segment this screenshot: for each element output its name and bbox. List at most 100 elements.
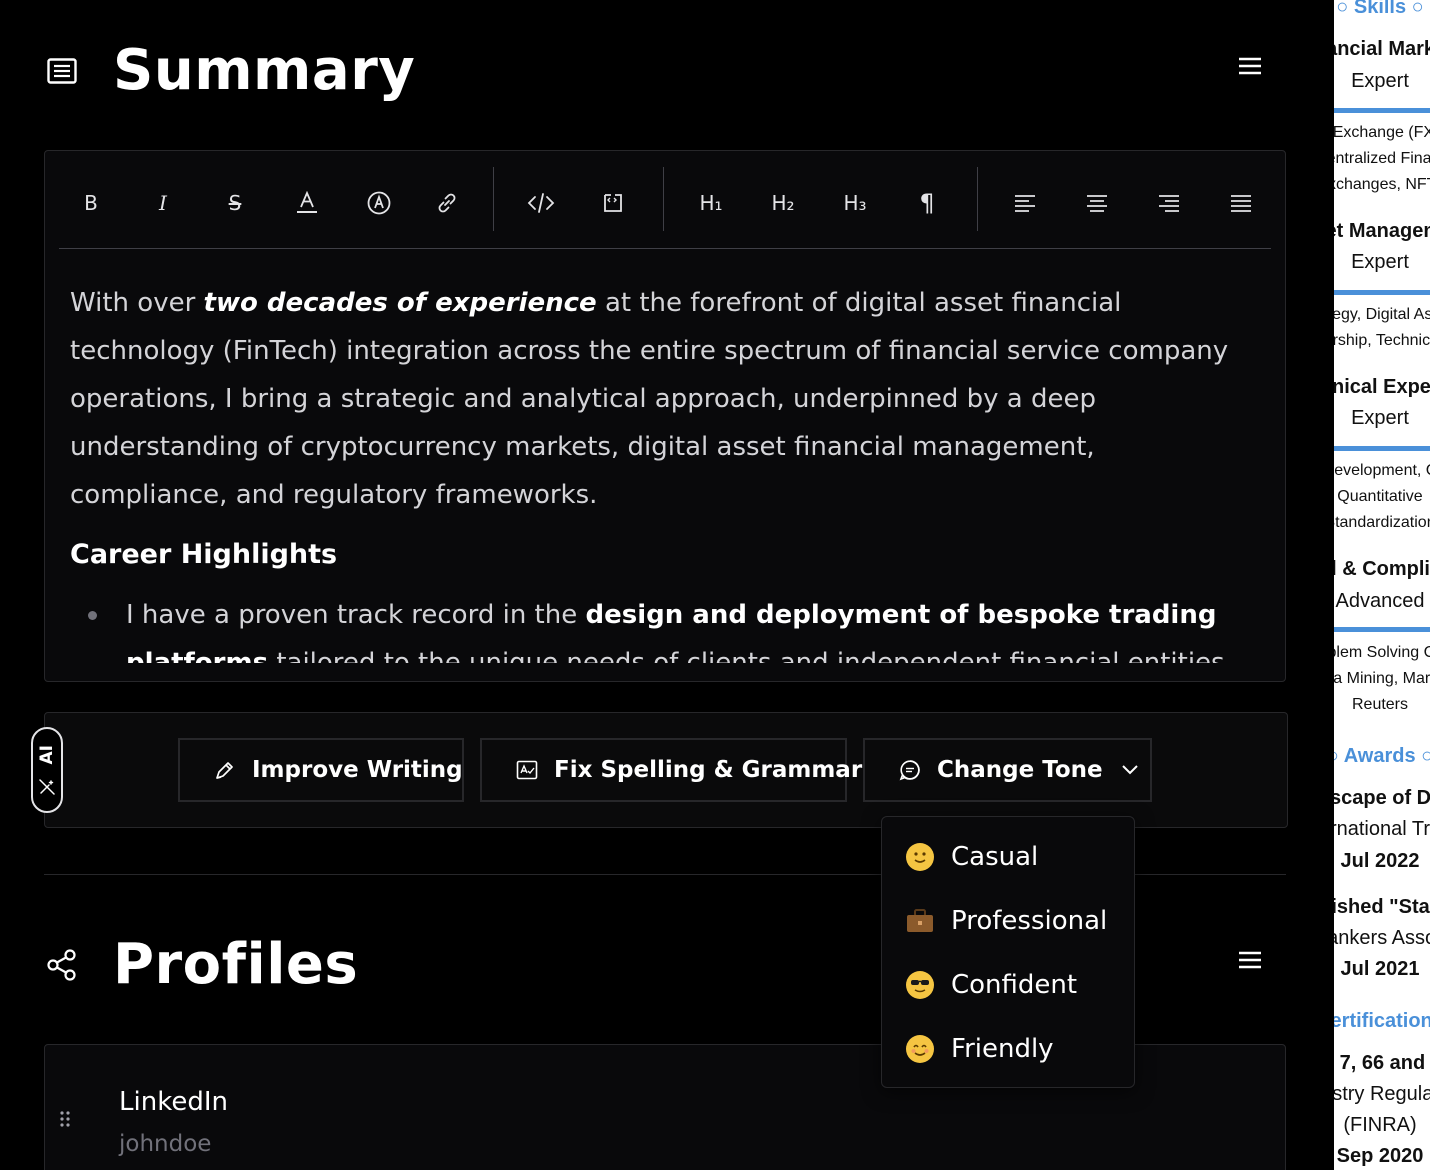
code-icon [527,193,555,213]
align-justify-button[interactable] [1221,183,1261,223]
skill-level-bar [1334,627,1430,632]
tone-dropdown: Casual Professional Confident Friendly [881,816,1135,1088]
preview-skill-keywords: Problem Solving Com [1334,644,1430,661]
preview-skills-heading: ○ Skills ○ [1336,0,1424,18]
heading2-button[interactable]: H₂ [763,183,803,223]
heading3-button[interactable]: H₃ [835,183,875,223]
resume-preview[interactable]: ○ Skills ○ Financial Markets Expert Fore… [1334,0,1430,1170]
summary-menu-icon[interactable] [1232,48,1268,84]
message-circle-icon [899,759,921,781]
heading1-button[interactable]: H₁ [691,183,731,223]
align-center-icon [1087,195,1107,212]
paragraph-button[interactable]: ¶ [907,183,947,223]
briefcase-icon [906,907,934,935]
toolbar-divider [493,167,494,231]
preview-skill-keywords: Standardization [1334,514,1430,531]
code-block-button[interactable] [593,183,633,223]
preview-award-date: Jul 2022 [1340,850,1420,872]
slightly-smiling-face-icon [906,843,934,871]
improve-writing-button[interactable]: Improve Writing [178,738,464,802]
tone-option-confident[interactable]: Confident [882,957,1134,1013]
code-button[interactable] [521,183,561,223]
change-tone-button[interactable]: Change Tone [863,738,1152,802]
profile-username: johndoe [119,1131,212,1157]
highlights-list: I have a proven track record in the desi… [70,591,1260,663]
preview-skill-keywords: Reuters [1351,696,1409,713]
align-right-icon [1159,195,1179,212]
preview-award-title: Landscape of Digital [1334,787,1430,809]
preview-award-date: Jul 2021 [1340,958,1420,980]
italic-button[interactable]: I [143,183,183,223]
align-center-button[interactable] [1077,183,1117,223]
align-justify-icon [1231,195,1251,212]
preview-award-awarder: Bankers Assoc [1334,927,1430,949]
link-icon [438,193,456,213]
preview-skill-keywords: Exchanges, NFTs [1334,176,1430,193]
smiling-face-icon [906,1035,934,1063]
summary-paragraph: With over two decades of experience at t… [70,288,1229,510]
list-item: I have a proven track record in the desi… [70,591,1260,663]
toolbar-divider [663,167,664,231]
code-block-icon [604,194,622,212]
fix-spelling-grammar-button[interactable]: Fix Spelling & Grammar [480,738,862,802]
pen-icon [214,759,236,781]
editor-content[interactable]: With over two decades of experience at t… [70,279,1260,663]
editor-toolbar: B I S H₁ H₂ H₃ ¶ [59,165,1271,249]
spell-check-icon [516,759,538,781]
chevron-down-icon [1121,759,1139,781]
ai-label: AI [37,744,57,764]
preview-skill-level: Expert [1351,251,1409,273]
summary-title: Summary [113,38,416,103]
preview-skill-level: Advanced [1335,590,1425,612]
align-left-button[interactable] [1005,183,1045,223]
preview-award-title: Published "State of [1334,896,1430,918]
preview-cert-issuer: (FINRA) [1343,1114,1417,1136]
preview-skill-level: Expert [1351,407,1409,429]
preview-certifications-heading: ○ Certifications ○ [1334,1010,1430,1032]
preview-skill-keywords: Data Mining, Market [1334,670,1430,687]
preview-skill-keywords: Leadership, Technical Pro [1334,332,1430,349]
preview-cert-issuer: Industry Regulatory [1334,1083,1430,1105]
career-highlights-heading: Career Highlights [70,539,338,570]
highlight-button[interactable] [359,183,399,223]
tone-option-friendly[interactable]: Friendly [882,1021,1134,1077]
magic-wand-off-icon [39,779,55,796]
preview-skill-name: Technical Expertise [1334,376,1430,398]
profiles-title: Profiles [113,932,359,997]
profiles-header: Profiles [44,932,358,997]
summary-header: Summary [44,38,415,103]
tone-option-professional[interactable]: Professional [882,893,1134,949]
skill-level-bar [1334,290,1430,295]
drag-handle-icon[interactable] [59,1109,71,1133]
preview-skill-keywords: Development, C [1334,462,1430,479]
align-left-icon [1015,195,1035,212]
profiles-menu-icon[interactable] [1232,942,1268,978]
profile-network: LinkedIn [119,1087,228,1117]
preview-skill-keywords: Quantitative [1337,488,1423,505]
preview-skill-keywords: Foreign Exchange (FX) Markets, [1334,124,1430,141]
tone-option-casual[interactable]: Casual [882,829,1134,885]
rich-text-editor: B I S H₁ H₂ H₃ ¶ With over two decades o… [44,150,1286,682]
toolbar-divider [977,167,978,231]
bold-button[interactable]: B [71,183,111,223]
skill-level-bar [1334,108,1430,113]
preview-skill-keywords: Decentralized Finance, [1334,150,1430,167]
ai-toggle[interactable]: AI [31,727,63,813]
summary-section-icon [44,53,80,89]
preview-skill-name: Legal & Compliance [1334,558,1430,580]
preview-skill-name: Asset Management [1334,220,1430,242]
highlighter-icon [367,191,391,215]
emphasis-text: two decades of experience [203,288,597,318]
share-icon [44,947,80,983]
sunglasses-face-icon [906,971,934,999]
preview-skill-name: Financial Markets [1334,38,1430,60]
preview-cert-date: Sep 2020 [1336,1145,1424,1167]
preview-cert-title: Series 7, 66 and 3 Licenses [1334,1052,1430,1074]
strikethrough-button[interactable]: S [215,183,255,223]
align-right-button[interactable] [1149,183,1189,223]
preview-awards-heading: ○ Awards ○ [1334,745,1430,767]
text-color-button[interactable] [287,183,327,223]
preview-award-awarder: International Trade [1334,818,1430,840]
link-button[interactable] [427,183,467,223]
editor-pane: Summary B I S H₁ H₂ H₃ ¶ With over two d… [0,0,1334,1170]
